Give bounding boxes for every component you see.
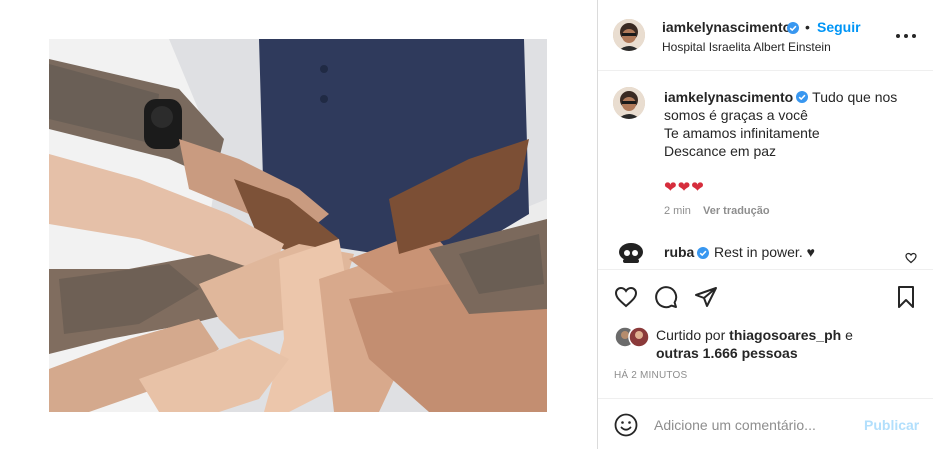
like-comment-heart-icon[interactable] xyxy=(905,252,917,264)
liker-username[interactable]: thiagosoares_ph xyxy=(729,327,841,343)
caption-username[interactable]: iamkelynascimento xyxy=(664,89,793,105)
post-header: iamkelynascimento • Seguir Hospital Isra… xyxy=(598,0,933,71)
likers-avatars[interactable] xyxy=(614,326,653,348)
likes-summary: Curtido por thiagosoares_ph e outras 1.6… xyxy=(656,326,916,362)
add-comment-row: Adicione um comentário... Publicar xyxy=(598,398,933,450)
author-avatar[interactable] xyxy=(613,19,645,51)
caption-time[interactable]: 2 min xyxy=(664,205,691,217)
post-timestamp[interactable]: HÁ 2 MINUTOS xyxy=(614,370,687,381)
add-comment-input[interactable]: Adicione um comentário... xyxy=(654,417,816,433)
commenter-avatar[interactable] xyxy=(616,239,646,269)
caption-line-3: Te amamos infinitamente xyxy=(664,125,820,141)
post-media-area xyxy=(0,0,598,449)
likes-others-link[interactable]: outras 1.666 pessoas xyxy=(656,345,798,361)
emoji-smiley-icon[interactable] xyxy=(614,413,638,437)
caption-line-1: Tudo que nos xyxy=(812,89,898,105)
comment-bubble-icon[interactable] xyxy=(654,285,678,309)
post-location[interactable]: Hospital Israelita Albert Einstein xyxy=(662,40,831,54)
save-bookmark-icon[interactable] xyxy=(894,285,918,309)
verified-badge-icon xyxy=(697,247,709,259)
post-photo[interactable] xyxy=(49,39,547,412)
see-translation-link[interactable]: Ver tradução xyxy=(703,205,770,217)
caption-text: iamkelynascimento Tudo que nos somos é gr… xyxy=(664,88,924,160)
commenter-username[interactable]: ruba xyxy=(664,244,694,260)
likes-suffix: e xyxy=(841,327,853,343)
caption-author-avatar[interactable] xyxy=(613,87,645,119)
author-username[interactable]: iamkelynascimento xyxy=(662,19,791,35)
comment-item: ruba Rest in power. ♥ xyxy=(598,238,933,272)
header-separator: • xyxy=(805,19,810,35)
caption-meta: 2 min Ver tradução xyxy=(664,205,770,217)
share-paper-plane-icon[interactable] xyxy=(694,285,718,309)
caption-line-2: somos é graças a você xyxy=(664,107,808,123)
follow-button[interactable]: Seguir xyxy=(817,19,861,35)
publish-button[interactable]: Publicar xyxy=(864,417,919,433)
likes-prefix: Curtido por xyxy=(656,327,730,343)
comment-text: Rest in power. ♥ xyxy=(714,244,815,260)
caption-line-4: Descance em paz xyxy=(664,143,777,159)
verified-badge-icon xyxy=(787,22,799,34)
post-side-panel: iamkelynascimento • Seguir Hospital Isra… xyxy=(598,0,933,449)
more-options-icon[interactable] xyxy=(894,26,918,46)
verified-badge-icon xyxy=(796,91,809,103)
caption-hearts-emoji: ❤❤❤ xyxy=(664,179,705,196)
like-heart-icon[interactable] xyxy=(614,285,638,309)
